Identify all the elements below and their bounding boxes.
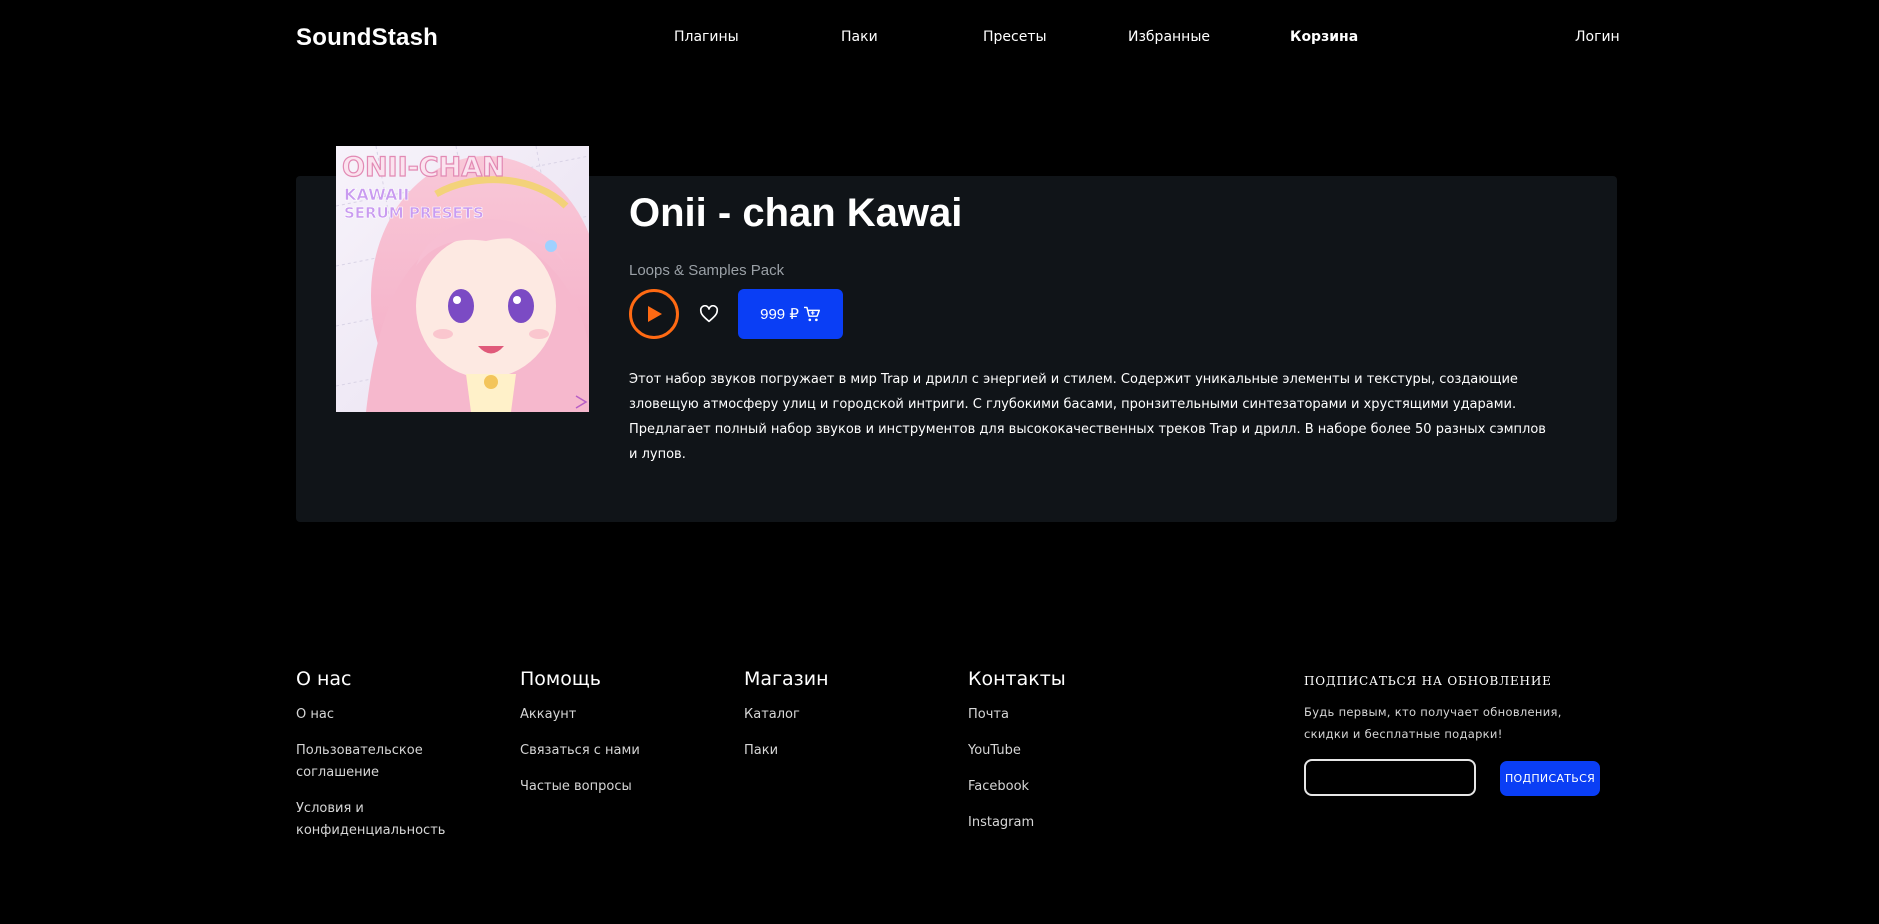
cover-caption-text: SERUM PRESETS [344,204,484,222]
footer-col-shop: Магазин Каталог Паки [744,668,924,776]
nav-cart[interactable]: Корзина [1290,29,1358,45]
buy-button[interactable]: 999 ₽ [738,289,843,339]
footer-link-email[interactable]: Почта [968,704,1148,726]
nav-favorites[interactable]: Избранные [1128,29,1210,45]
footer-link-user-agreement[interactable]: Пользовательское соглашение [296,740,476,784]
product-cover-image: ONII-CHAN KAWAII SERUM PRESETS [336,146,589,412]
footer-link-about[interactable]: О нас [296,704,476,726]
play-icon [648,306,662,322]
product-description: Этот набор звуков погружает в мир Trap и… [629,372,1546,462]
cover-subtitle-text: KAWAII [344,185,409,204]
nav-plugins[interactable]: Плагины [674,29,739,45]
footer-col-title: Магазин [744,668,829,690]
footer-link-packs[interactable]: Паки [744,740,924,762]
subscribe-button[interactable]: ПОДПИСАТЬСЯ [1500,761,1600,796]
footer-link-contact-us[interactable]: Связаться с нами [520,740,700,762]
favorite-button[interactable] [695,300,723,328]
footer-link-facebook[interactable]: Facebook [968,776,1148,798]
heart-icon [699,305,719,323]
footer-col-title: Контакты [968,668,1066,690]
footer-link-faq[interactable]: Частые вопросы [520,776,700,798]
footer-col-title: Помощь [520,668,601,690]
footer-col-title: О нас [296,668,352,690]
nav-login[interactable]: Логин [1575,29,1620,45]
footer-link-youtube[interactable]: YouTube [968,740,1148,762]
footer-link-instagram[interactable]: Instagram [968,812,1148,834]
footer-link-catalog[interactable]: Каталог [744,704,924,726]
footer-col-contacts: Контакты Почта YouTube Facebook Instagra… [968,668,1148,848]
nav-presets[interactable]: Пресеты [983,29,1047,45]
footer-col-about: О нас О нас Пользовательское соглашение … [296,668,476,856]
site-logo[interactable]: SoundStash [296,24,438,52]
subscribe-title: ПОДПИСАТЬСЯ НА ОБНОВЛЕНИЕ [1304,674,1552,688]
footer-link-account[interactable]: Аккаунт [520,704,700,726]
product-title: Onii - chan Kawai [629,191,963,235]
price-label: 999 ₽ [760,306,799,323]
site-header: SoundStash Плагины Паки Пресеты Избранны… [0,0,1879,76]
subscribe-text: Будь первым, кто получает обновления, ск… [1304,705,1562,741]
footer-col-help: Помощь Аккаунт Связаться с нами Частые в… [520,668,700,812]
cover-title-text: ONII-CHAN [342,152,505,183]
footer-link-terms-privacy[interactable]: Условия и конфиденциальность [296,798,476,842]
product-type: Loops & Samples Pack [629,262,785,279]
cart-icon [803,306,820,322]
subscribe-email-input[interactable] [1304,759,1476,796]
play-button[interactable] [629,289,679,339]
nav-packs[interactable]: Паки [841,29,878,45]
